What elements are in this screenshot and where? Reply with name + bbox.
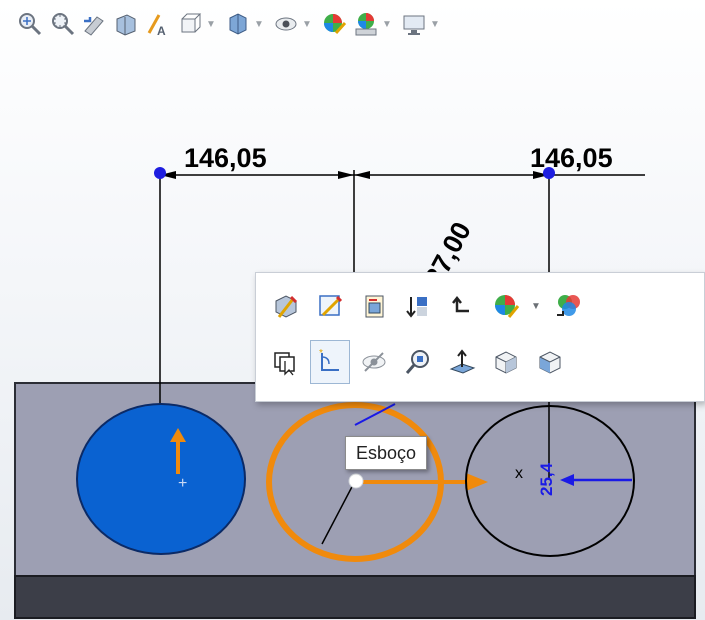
small-dimension-text[interactable]: 25,4 xyxy=(537,462,556,496)
circle-center-x: x xyxy=(515,465,523,482)
part-bottom-face[interactable] xyxy=(14,575,696,619)
apply-scene-icon[interactable] xyxy=(350,7,382,41)
dimension-left-text[interactable]: 146,05 xyxy=(184,143,267,173)
circle-center-mark: + xyxy=(178,475,187,492)
edit-feature-icon[interactable] xyxy=(266,284,306,328)
appearance-callout-icon[interactable] xyxy=(548,284,588,328)
context-toolbar-row-1: ▼ xyxy=(266,281,592,331)
view-orientation-dropdown[interactable]: ▼ xyxy=(206,7,216,41)
edit-part-icon[interactable] xyxy=(354,284,394,328)
view-3d-icon[interactable] xyxy=(486,340,526,384)
display-style-dropdown[interactable]: ▼ xyxy=(254,7,264,41)
hide-show-items-dropdown[interactable]: ▼ xyxy=(302,7,312,41)
dimension-right-text[interactable]: 146,05 xyxy=(530,143,613,173)
tooltip-text: Esboço xyxy=(356,443,417,463)
sketch-icon[interactable]: * xyxy=(310,340,350,384)
select-other-icon[interactable] xyxy=(442,284,482,328)
svg-text:*: * xyxy=(319,348,323,359)
view-orientation-icon[interactable] xyxy=(174,7,206,41)
dynamic-annotation-views-icon[interactable]: A xyxy=(142,7,174,41)
isometric-view-icon[interactable] xyxy=(530,340,570,384)
section-view-icon[interactable] xyxy=(110,7,142,41)
zoom-to-fit-icon[interactable] xyxy=(14,7,46,41)
view-settings-dropdown[interactable]: ▼ xyxy=(430,7,440,41)
middle-center-point[interactable] xyxy=(348,473,364,489)
context-toolbar-row-2: * xyxy=(266,337,574,387)
appearance-dropdown[interactable]: ▼ xyxy=(530,284,542,328)
tooltip: Esboço xyxy=(345,436,428,470)
appearance-icon[interactable] xyxy=(486,284,526,328)
sketch-point-left[interactable] xyxy=(154,167,166,179)
heads-up-view-toolbar: A ▼ ▼ ▼ ▼ ▼ xyxy=(14,4,704,44)
hide-show-items-icon[interactable] xyxy=(270,7,302,41)
rollback-icon[interactable] xyxy=(398,284,438,328)
svg-text:A: A xyxy=(157,24,166,37)
selected-circle-face[interactable] xyxy=(76,403,246,555)
context-toolbar: ▼ * xyxy=(255,272,705,402)
arrow-mid-right xyxy=(354,171,370,179)
arrow-mid-left xyxy=(338,171,354,179)
zoom-to-selection-icon[interactable] xyxy=(398,340,438,384)
display-style-icon[interactable] xyxy=(222,7,254,41)
select-other-window-icon[interactable] xyxy=(266,340,306,384)
edit-sketch-icon[interactable] xyxy=(310,284,350,328)
previous-view-icon[interactable] xyxy=(78,7,110,41)
hide-icon[interactable] xyxy=(354,340,394,384)
zoom-to-area-icon[interactable] xyxy=(46,7,78,41)
apply-scene-dropdown[interactable]: ▼ xyxy=(382,7,392,41)
normal-to-icon[interactable] xyxy=(442,340,482,384)
edit-appearance-icon[interactable] xyxy=(318,7,350,41)
view-settings-icon[interactable] xyxy=(398,7,430,41)
